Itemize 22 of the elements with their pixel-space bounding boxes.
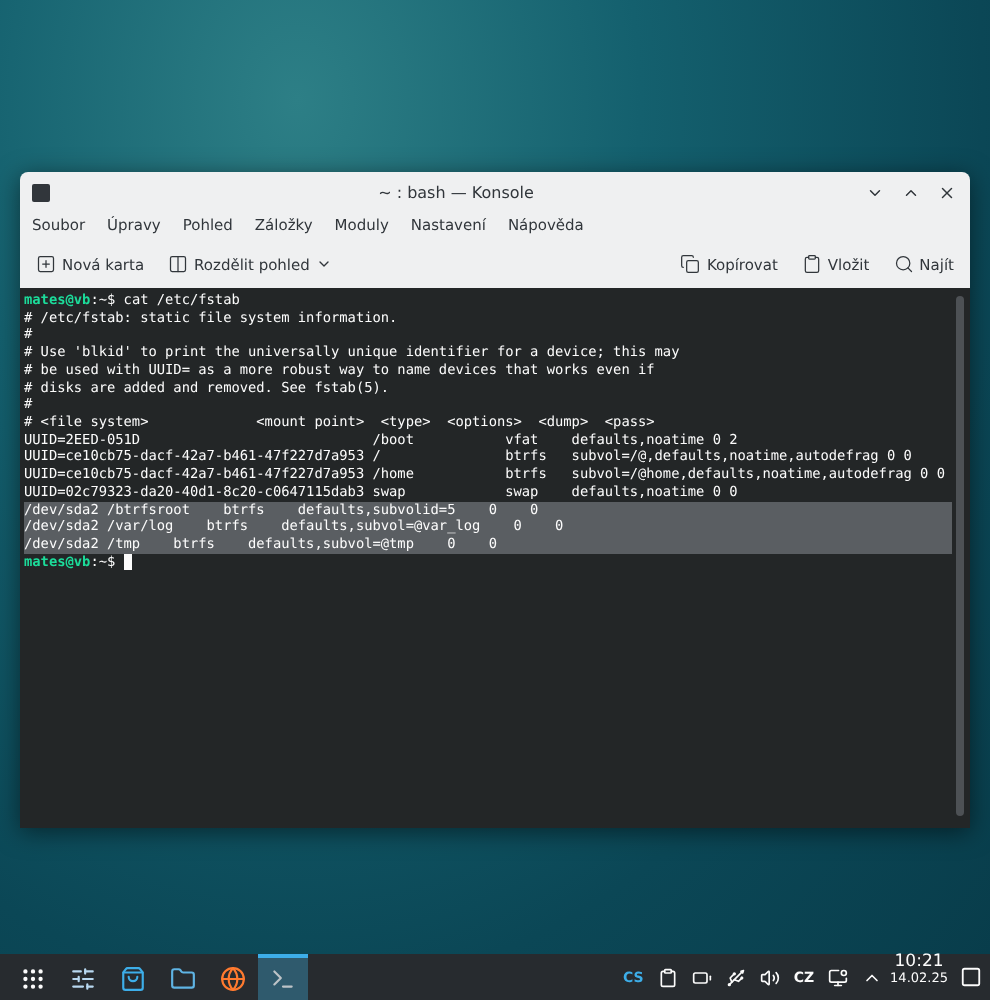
columns-icon — [168, 254, 189, 274]
copy-icon — [680, 254, 701, 274]
window-title: ~ : bash — Konsole — [376, 183, 536, 201]
new-tab-icon — [36, 254, 56, 274]
battery-icon[interactable] — [691, 967, 712, 987]
monitor-icon[interactable] — [828, 967, 849, 987]
grid-dots-icon — [20, 966, 46, 992]
clock-time: 10:21 — [894, 954, 944, 971]
search-icon — [893, 254, 914, 274]
speaker-icon[interactable] — [759, 967, 780, 987]
sliders-icon — [70, 966, 96, 992]
scrollbar[interactable] — [956, 296, 964, 816]
clipboard-icon — [801, 254, 822, 274]
shopping-bag-icon — [120, 966, 146, 992]
show-desktop-icon[interactable] — [960, 966, 982, 988]
caret-icon — [315, 256, 332, 272]
globe-icon — [220, 966, 246, 992]
folder-icon — [170, 966, 196, 992]
terminal-area[interactable] — [20, 288, 970, 828]
close-icon — [937, 183, 955, 201]
clipboard-icon[interactable] — [657, 967, 678, 987]
usb-icon[interactable] — [725, 967, 746, 987]
